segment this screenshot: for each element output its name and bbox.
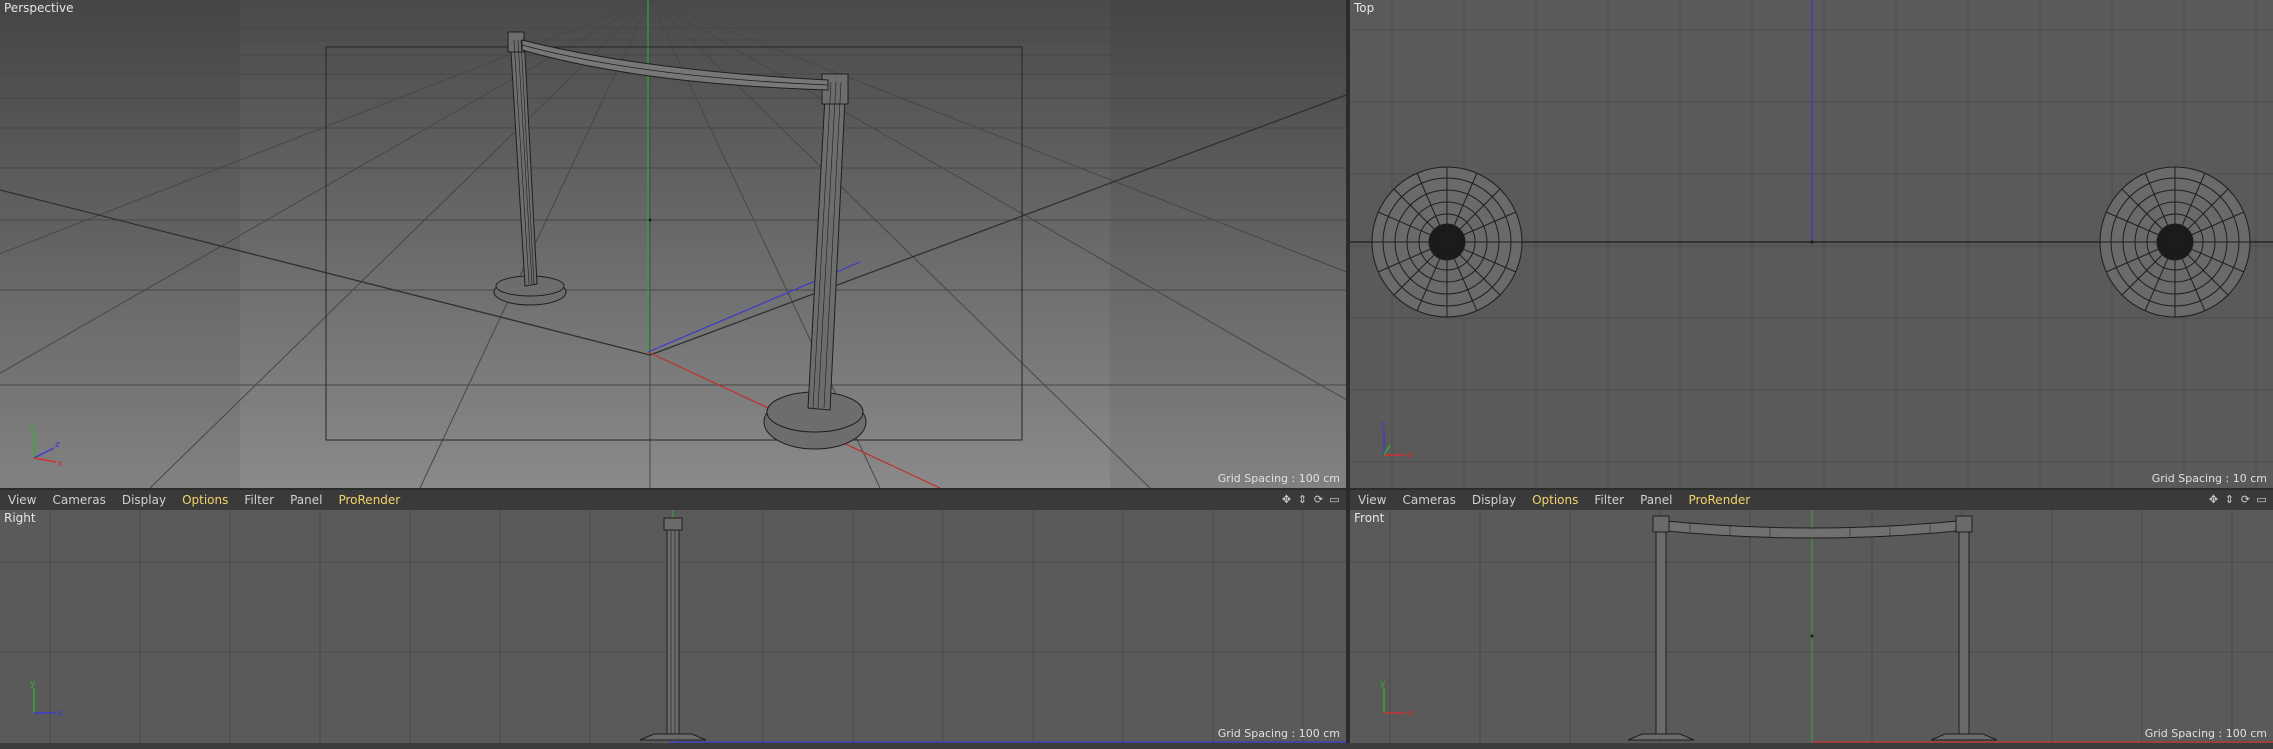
move-view-icon[interactable]: ✥	[1281, 493, 1292, 506]
menu-prorender[interactable]: ProRender	[338, 493, 400, 507]
view-nav-icons: ✥ ⇕ ⟳ ▭	[1281, 493, 1340, 506]
scroll-view-icon[interactable]: ⇕	[1297, 493, 1308, 506]
top-scene: z x	[1350, 0, 2273, 488]
viewport-menubar-left: View Cameras Display Options Filter Pane…	[0, 490, 1346, 510]
svg-text:z: z	[55, 440, 60, 450]
menu-view[interactable]: View	[8, 493, 36, 507]
menu-cameras[interactable]: Cameras	[1402, 493, 1455, 507]
svg-text:z: z	[58, 709, 63, 719]
viewport-title: Front	[1354, 511, 1385, 525]
svg-text:x: x	[1408, 451, 1414, 461]
svg-text:x: x	[1408, 709, 1414, 719]
top-viewport[interactable]: z x Top Grid Spacing : 10 cm	[1350, 0, 2273, 488]
menu-display[interactable]: Display	[1472, 493, 1516, 507]
svg-text:y: y	[30, 423, 36, 433]
view-nav-icons: ✥ ⇕ ⟳ ▭	[2208, 493, 2267, 506]
menu-panel[interactable]: Panel	[1640, 493, 1672, 507]
grid-spacing-label: Grid Spacing : 100 cm	[2144, 727, 2267, 740]
viewport-title: Top	[1354, 1, 1375, 15]
grid-spacing-label: Grid Spacing : 100 cm	[1217, 472, 1340, 485]
right-viewport[interactable]: y z Right Grid Spacing : 100 cm	[0, 510, 1346, 743]
perspective-viewport[interactable]: y z x Perspective Grid Spacing : 100 cm	[0, 0, 1346, 488]
front-scene: y x	[1350, 510, 2273, 743]
viewport-title: Right	[4, 511, 36, 525]
move-view-icon[interactable]: ✥	[2208, 493, 2219, 506]
viewport-menubar-right: View Cameras Display Options Filter Pane…	[1350, 490, 2273, 510]
toggle-view-icon[interactable]: ▭	[2256, 493, 2267, 506]
menu-panel[interactable]: Panel	[290, 493, 322, 507]
viewport-title: Perspective	[4, 1, 74, 15]
bottom-divider	[0, 743, 2273, 749]
grid-spacing-label: Grid Spacing : 10 cm	[2151, 472, 2267, 485]
front-viewport[interactable]: y x Front Grid Spacing : 100 cm	[1350, 510, 2273, 743]
menu-prorender[interactable]: ProRender	[1688, 493, 1750, 507]
menu-cameras[interactable]: Cameras	[52, 493, 105, 507]
menu-filter[interactable]: Filter	[1594, 493, 1624, 507]
menu-options[interactable]: Options	[182, 493, 228, 507]
scroll-view-icon[interactable]: ⇕	[2224, 493, 2235, 506]
perspective-scene: y z x	[0, 0, 1346, 488]
menu-view[interactable]: View	[1358, 493, 1386, 507]
menu-display[interactable]: Display	[122, 493, 166, 507]
rotate-view-icon[interactable]: ⟳	[2240, 493, 2251, 506]
svg-text:y: y	[30, 679, 36, 689]
svg-text:z: z	[1380, 421, 1385, 431]
svg-text:x: x	[57, 459, 63, 469]
toggle-view-icon[interactable]: ▭	[1329, 493, 1340, 506]
menu-filter[interactable]: Filter	[244, 493, 274, 507]
rotate-view-icon[interactable]: ⟳	[1313, 493, 1324, 506]
right-scene: y z	[0, 510, 1346, 743]
grid-spacing-label: Grid Spacing : 100 cm	[1217, 727, 1340, 740]
svg-text:y: y	[1380, 679, 1386, 689]
menu-options[interactable]: Options	[1532, 493, 1578, 507]
